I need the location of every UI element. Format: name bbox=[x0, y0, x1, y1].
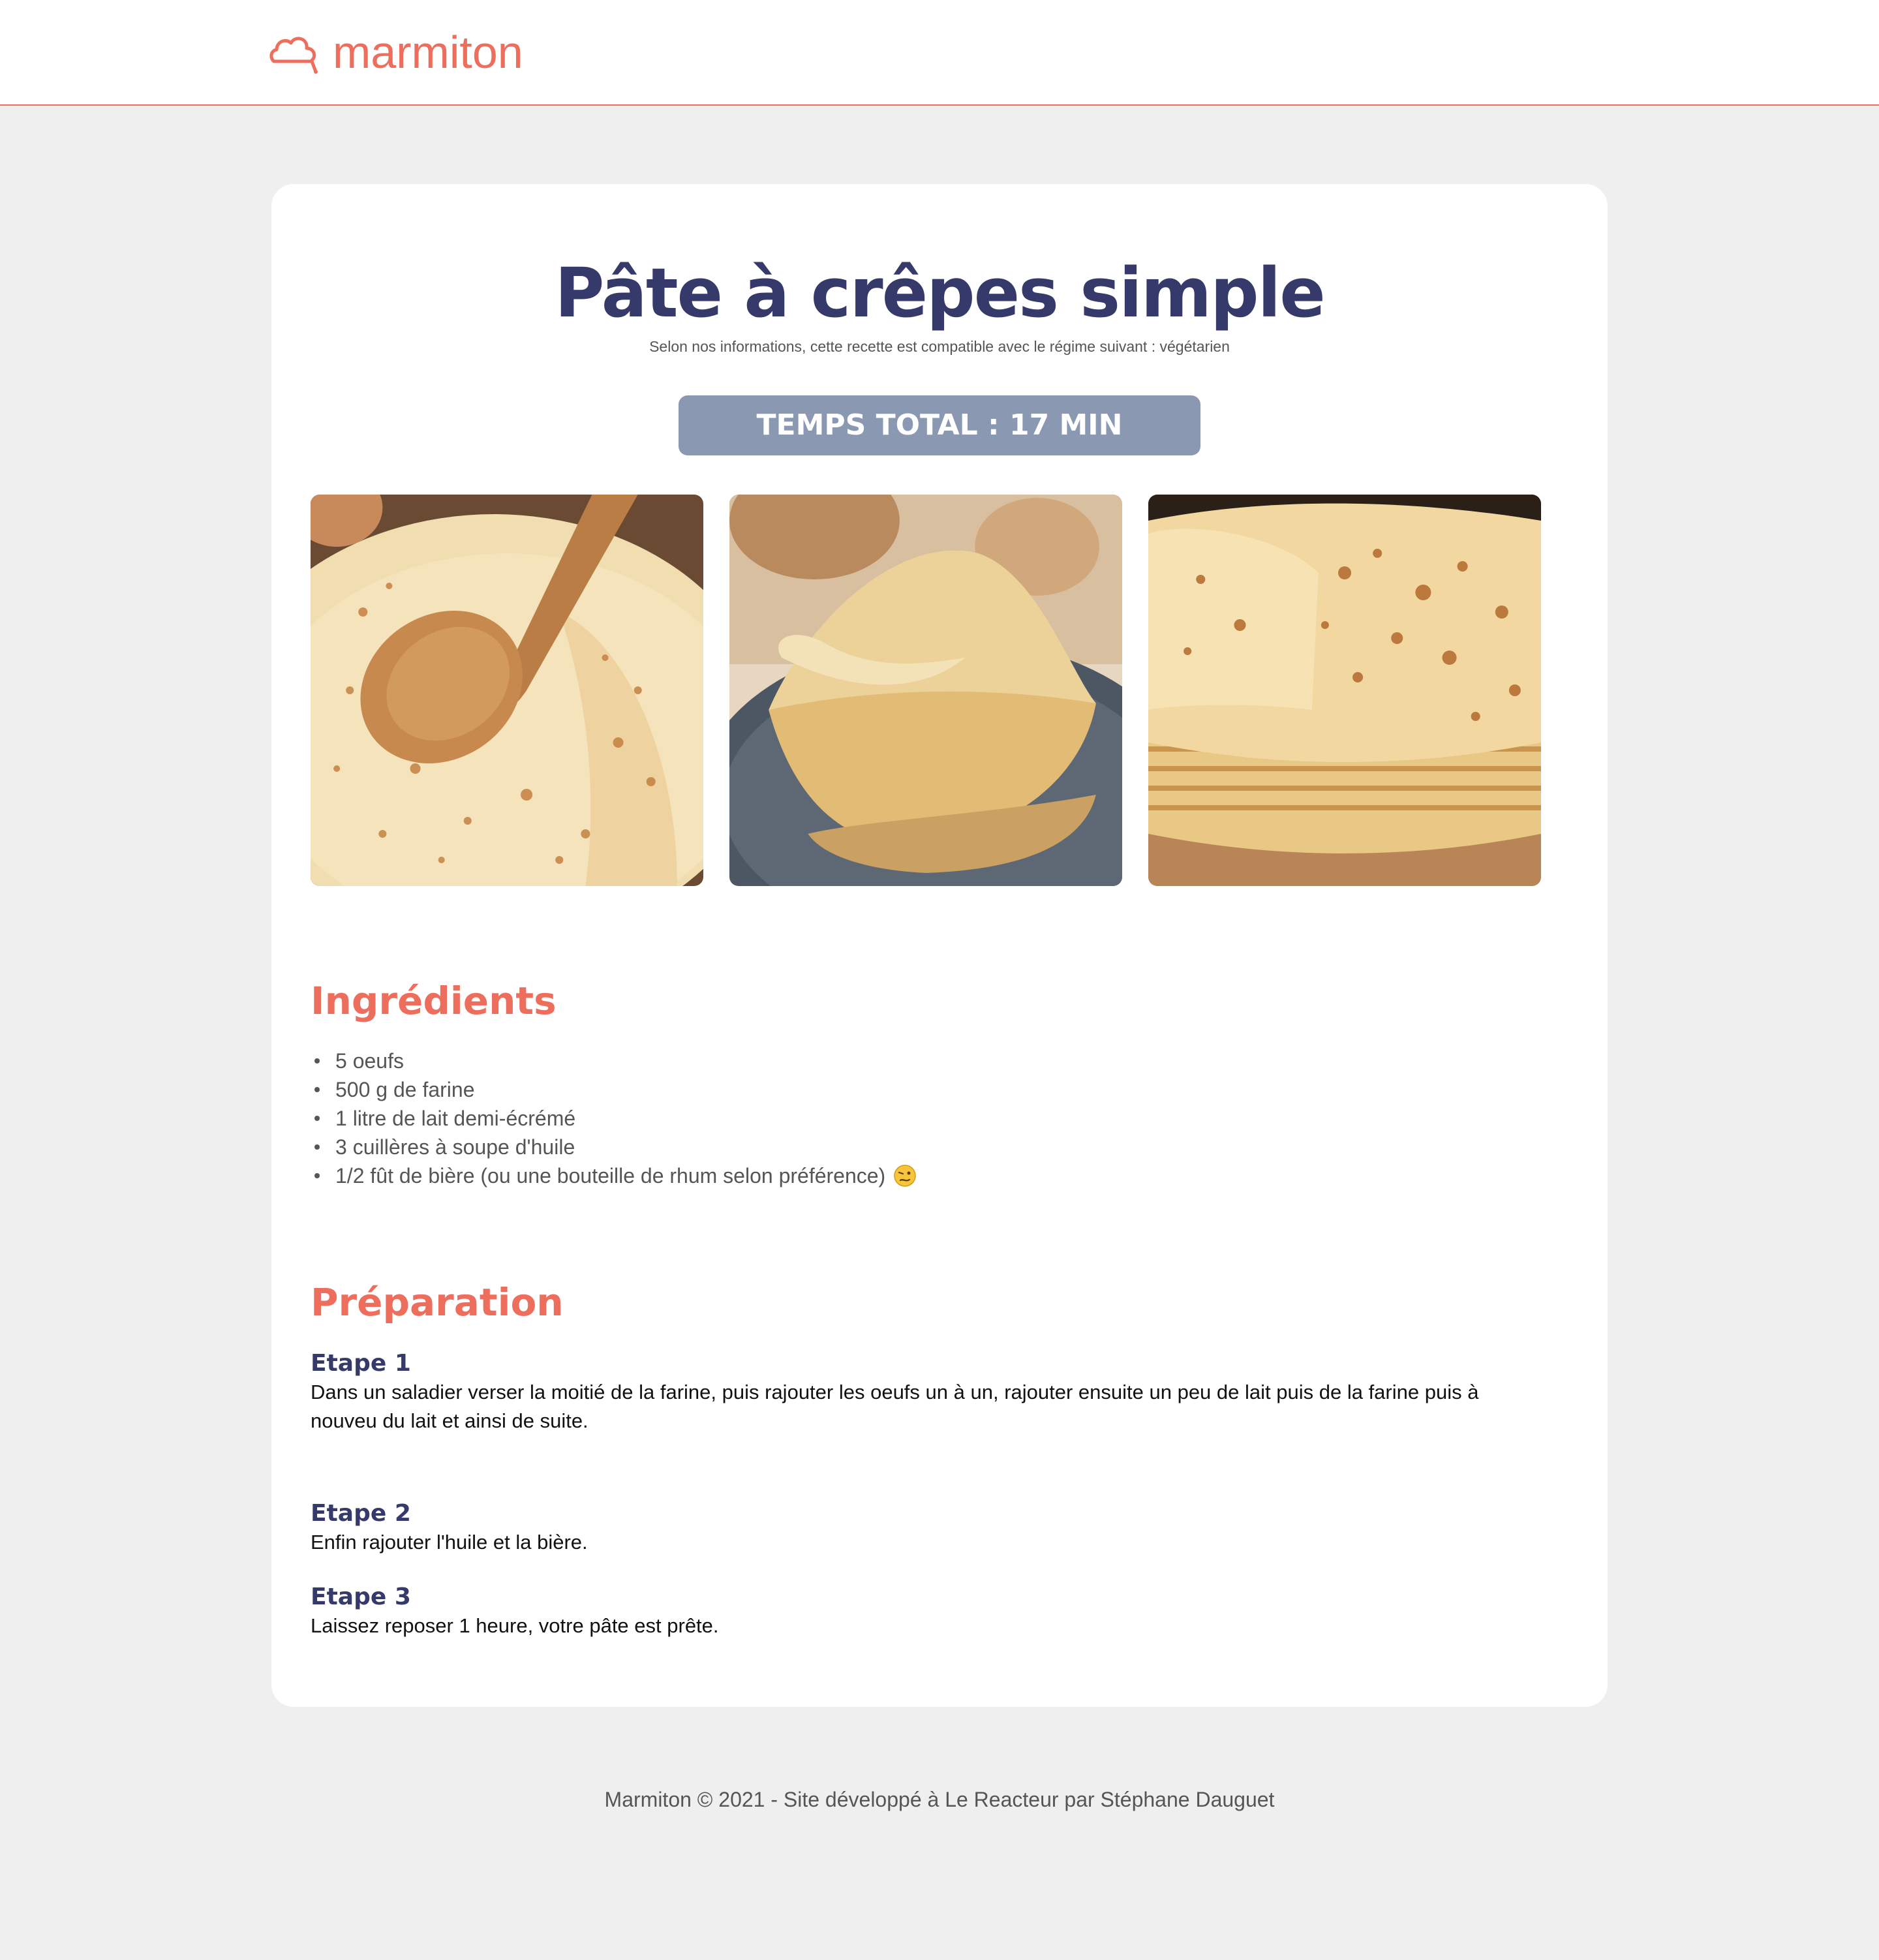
site-header: marmiton bbox=[0, 0, 1879, 106]
list-item: 5 oeufs bbox=[311, 1047, 917, 1075]
step-text: Enfin rajouter l'huile et la bière. bbox=[311, 1531, 588, 1554]
crepe-photo-folded bbox=[729, 495, 1122, 886]
diet-note: Selon nos informations, cette recette es… bbox=[649, 338, 1230, 355]
site-footer: Marmiton © 2021 - Site développé à Le Re… bbox=[604, 1788, 1275, 1811]
recipe-title: Pâte à crêpes simple bbox=[555, 253, 1326, 333]
crepe-photo-stack bbox=[1148, 495, 1541, 886]
preparation-step-1: Etape 1 Dans un saladier verser la moiti… bbox=[311, 1349, 1524, 1435]
crepe-photo-spoon bbox=[311, 495, 703, 886]
woozy-face-icon bbox=[894, 1165, 916, 1187]
ingredients-heading: Ingrédients bbox=[311, 979, 557, 1023]
step-title: Etape 1 bbox=[311, 1350, 411, 1377]
list-item: 1/2 fût de bière (ou une bouteille de rh… bbox=[311, 1161, 917, 1190]
step-text: Laissez reposer 1 heure, votre pâte est … bbox=[311, 1614, 719, 1637]
recipe-card: Pâte à crêpes simple Selon nos informati… bbox=[271, 184, 1608, 1707]
marmiton-logo[interactable]: marmiton bbox=[269, 26, 523, 78]
preparation-step-2: Etape 2 Enfin rajouter l'huile et la biè… bbox=[311, 1499, 1524, 1557]
logo-text: marmiton bbox=[333, 27, 523, 78]
ingredients-list: 5 oeufs 500 g de farine 1 litre de lait … bbox=[311, 1047, 917, 1190]
chef-hat-icon bbox=[269, 37, 318, 74]
step-text: Dans un saladier verser la moitié de la … bbox=[311, 1381, 1479, 1432]
list-item: 500 g de farine bbox=[311, 1075, 917, 1104]
step-title: Etape 2 bbox=[311, 1500, 411, 1527]
total-time-badge: TEMPS TOTAL : 17 MIN bbox=[679, 395, 1200, 455]
preparation-step-3: Etape 3 Laissez reposer 1 heure, votre p… bbox=[311, 1583, 1524, 1640]
step-title: Etape 3 bbox=[311, 1584, 411, 1610]
list-item: 1 litre de lait demi-écrémé bbox=[311, 1104, 917, 1133]
list-item: 3 cuillères à soupe d'huile bbox=[311, 1133, 917, 1161]
preparation-heading: Préparation bbox=[311, 1280, 564, 1325]
